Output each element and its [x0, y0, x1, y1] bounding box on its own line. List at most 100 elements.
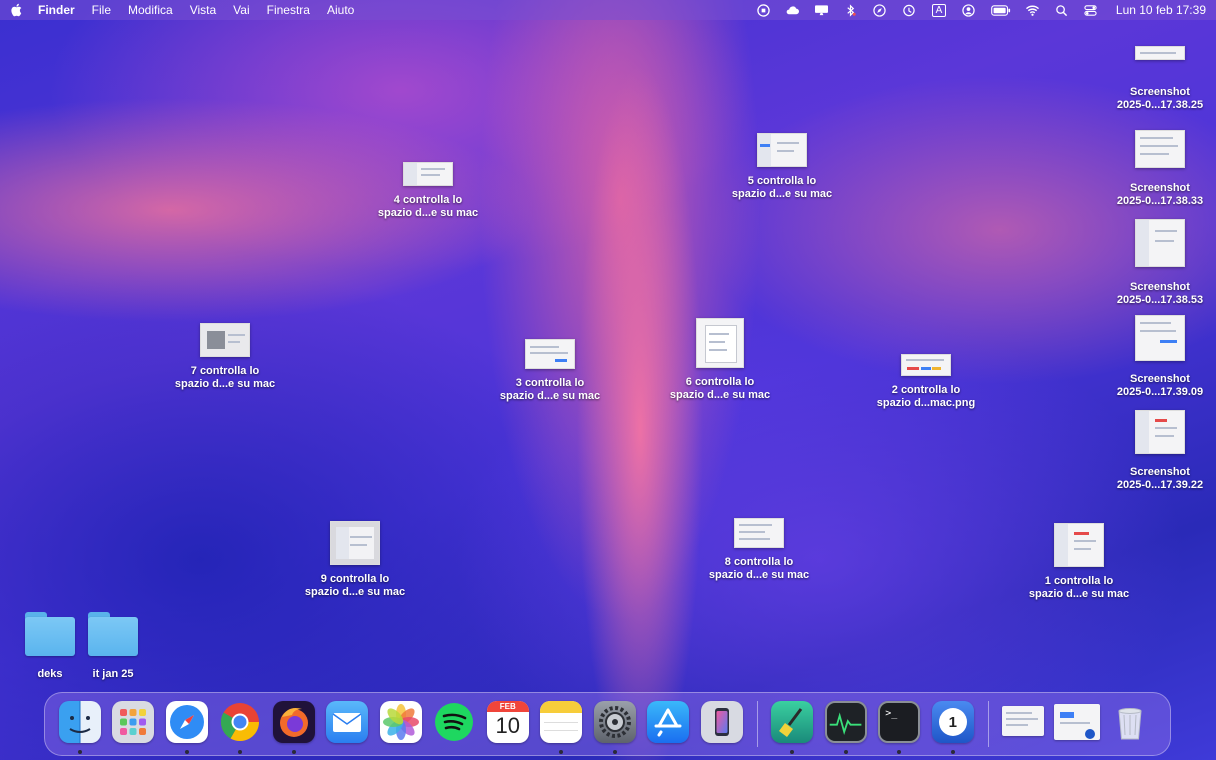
dock-safari[interactable] [160, 692, 214, 756]
dock-calendar[interactable]: FEB 10 [481, 692, 535, 756]
spotlight-search-icon[interactable] [1054, 3, 1070, 17]
dock-notes[interactable] [535, 692, 589, 756]
screenshot-icon-3[interactable]: Screenshot 2025-0...17.38.53 [1105, 219, 1215, 307]
running-indicator [184, 750, 189, 754]
control-center-icon[interactable] [1083, 3, 1099, 17]
file-thumbnail [696, 318, 744, 368]
user-icon[interactable] [961, 3, 977, 17]
dock-trash[interactable] [1104, 692, 1158, 756]
menu-file[interactable]: File [92, 3, 111, 17]
file-icon-3[interactable]: 3 controlla lo spazio d...e su mac [495, 339, 605, 403]
dock-launchpad[interactable] [107, 692, 161, 756]
folder-label: deks [37, 668, 63, 680]
dock-photos[interactable] [374, 692, 428, 756]
dock-finder[interactable] [53, 692, 107, 756]
file-label-line1: 4 controlla lo [393, 194, 463, 206]
dock-cleaner[interactable] [766, 692, 820, 756]
file-thumbnail [403, 162, 453, 186]
menu-finder[interactable]: Finder [38, 3, 75, 17]
file-icon-1[interactable]: 1 controlla lo spazio d...e su mac [1024, 523, 1134, 601]
running-indicator [291, 750, 296, 754]
screenshot-icon-1[interactable]: Screenshot 2025-0...17.38.25 [1105, 46, 1215, 112]
file-label-line2: 2025-0...17.38.25 [1116, 99, 1204, 111]
dock-firefox[interactable] [267, 692, 321, 756]
dock-activity-monitor[interactable] [819, 692, 873, 756]
file-thumbnail [734, 518, 784, 548]
file-icon-2[interactable]: 2 controlla lo spazio d...mac.png [871, 354, 981, 410]
menu-bar: Finder File Modifica Vista Vai Finestra … [0, 0, 1216, 20]
dock-iphone-mirroring[interactable] [695, 692, 749, 756]
vpn-shield-icon[interactable] [756, 3, 772, 17]
apple-menu-icon[interactable] [10, 3, 22, 17]
dock: FEB 10 >_ 1 [44, 692, 1171, 756]
safari-icon [165, 701, 208, 743]
menu-vai[interactable]: Vai [233, 3, 249, 17]
screenshot-icon-5[interactable]: Screenshot 2025-0...17.39.22 [1105, 410, 1215, 492]
menu-finestra[interactable]: Finestra [267, 3, 310, 17]
file-thumbnail [200, 323, 250, 357]
wifi-icon[interactable] [1025, 3, 1041, 17]
status-area: A Lun 10 feb 17:39 [756, 3, 1206, 17]
dock-recent-document-1[interactable] [997, 692, 1051, 756]
calendar-day: 10 [495, 713, 520, 738]
file-icon-7[interactable]: 7 controlla lo spazio d...e su mac [170, 323, 280, 391]
dock-downloads-stack[interactable] [1050, 692, 1104, 756]
safari-compass-icon[interactable] [872, 3, 888, 17]
folder-icon [88, 612, 138, 656]
file-label-line1: Screenshot [1130, 182, 1190, 194]
folder-it-jan-25[interactable]: it jan 25 [78, 612, 148, 680]
file-icon-9[interactable]: 9 controlla lo spazio d...e su mac [300, 521, 410, 599]
menu-aiuto[interactable]: Aiuto [327, 3, 354, 17]
file-label-line1: 2 controlla lo [891, 384, 961, 396]
menubar-clock[interactable]: Lun 10 feb 17:39 [1116, 3, 1206, 17]
menu-vista[interactable]: Vista [190, 3, 216, 17]
file-label-line1: 9 controlla lo [320, 573, 390, 585]
bluetooth-icon[interactable] [843, 3, 859, 17]
file-thumbnail [1054, 523, 1104, 567]
file-thumbnail [901, 354, 951, 376]
file-icon-8[interactable]: 8 controlla lo spazio d...e su mac [704, 518, 814, 582]
file-label-line1: 3 controlla lo [515, 377, 585, 389]
file-label-line2: spazio d...e su mac [377, 207, 479, 219]
file-thumbnail [1135, 315, 1185, 361]
iphone-mirroring-icon [700, 701, 743, 743]
dock-mail[interactable] [321, 692, 375, 756]
spotify-icon [433, 701, 475, 743]
notes-icon [540, 701, 583, 743]
photos-icon [379, 701, 422, 743]
file-icon-5[interactable]: 5 controlla lo spazio d...e su mac [727, 133, 837, 201]
dock-spotify[interactable] [428, 692, 482, 756]
file-icon-4[interactable]: 4 controlla lo spazio d...e su mac [373, 162, 483, 220]
icloud-icon[interactable] [785, 3, 801, 17]
trash-icon [1109, 701, 1151, 743]
1password-icon: 1 [931, 701, 974, 743]
mail-icon [326, 701, 369, 743]
running-indicator [238, 750, 243, 754]
file-thumbnail [1135, 410, 1185, 454]
screenshot-icon-2[interactable]: Screenshot 2025-0...17.38.33 [1105, 130, 1215, 208]
dock-chrome[interactable] [214, 692, 268, 756]
display-icon[interactable] [814, 3, 830, 17]
file-label-line2: spazio d...e su mac [669, 389, 771, 401]
screenshot-icon-4[interactable]: Screenshot 2025-0...17.39.09 [1105, 315, 1215, 399]
file-label-line2: 2025-0...17.38.53 [1116, 294, 1204, 306]
folder-deks[interactable]: deks [15, 612, 85, 680]
file-thumbnail [1135, 219, 1185, 267]
time-machine-icon[interactable] [901, 3, 917, 17]
file-label-line2: spazio d...e su mac [708, 569, 810, 581]
menu-modifica[interactable]: Modifica [128, 3, 173, 17]
dock-separator [756, 701, 758, 747]
dock-app-store[interactable] [642, 692, 696, 756]
system-settings-icon [593, 701, 636, 743]
dock-1password[interactable]: 1 [926, 692, 980, 756]
dock-terminal[interactable]: >_ [873, 692, 927, 756]
firefox-icon [272, 701, 315, 743]
finder-icon [58, 701, 101, 743]
input-source-icon[interactable]: A [930, 3, 948, 17]
terminal-icon: >_ [878, 701, 921, 743]
file-label-line1: 1 controlla lo [1044, 575, 1114, 587]
file-label-line2: spazio d...e su mac [1028, 588, 1130, 600]
battery-icon[interactable] [990, 3, 1012, 17]
file-icon-6[interactable]: 6 controlla lo spazio d...e su mac [665, 318, 775, 402]
dock-system-settings[interactable] [588, 692, 642, 756]
